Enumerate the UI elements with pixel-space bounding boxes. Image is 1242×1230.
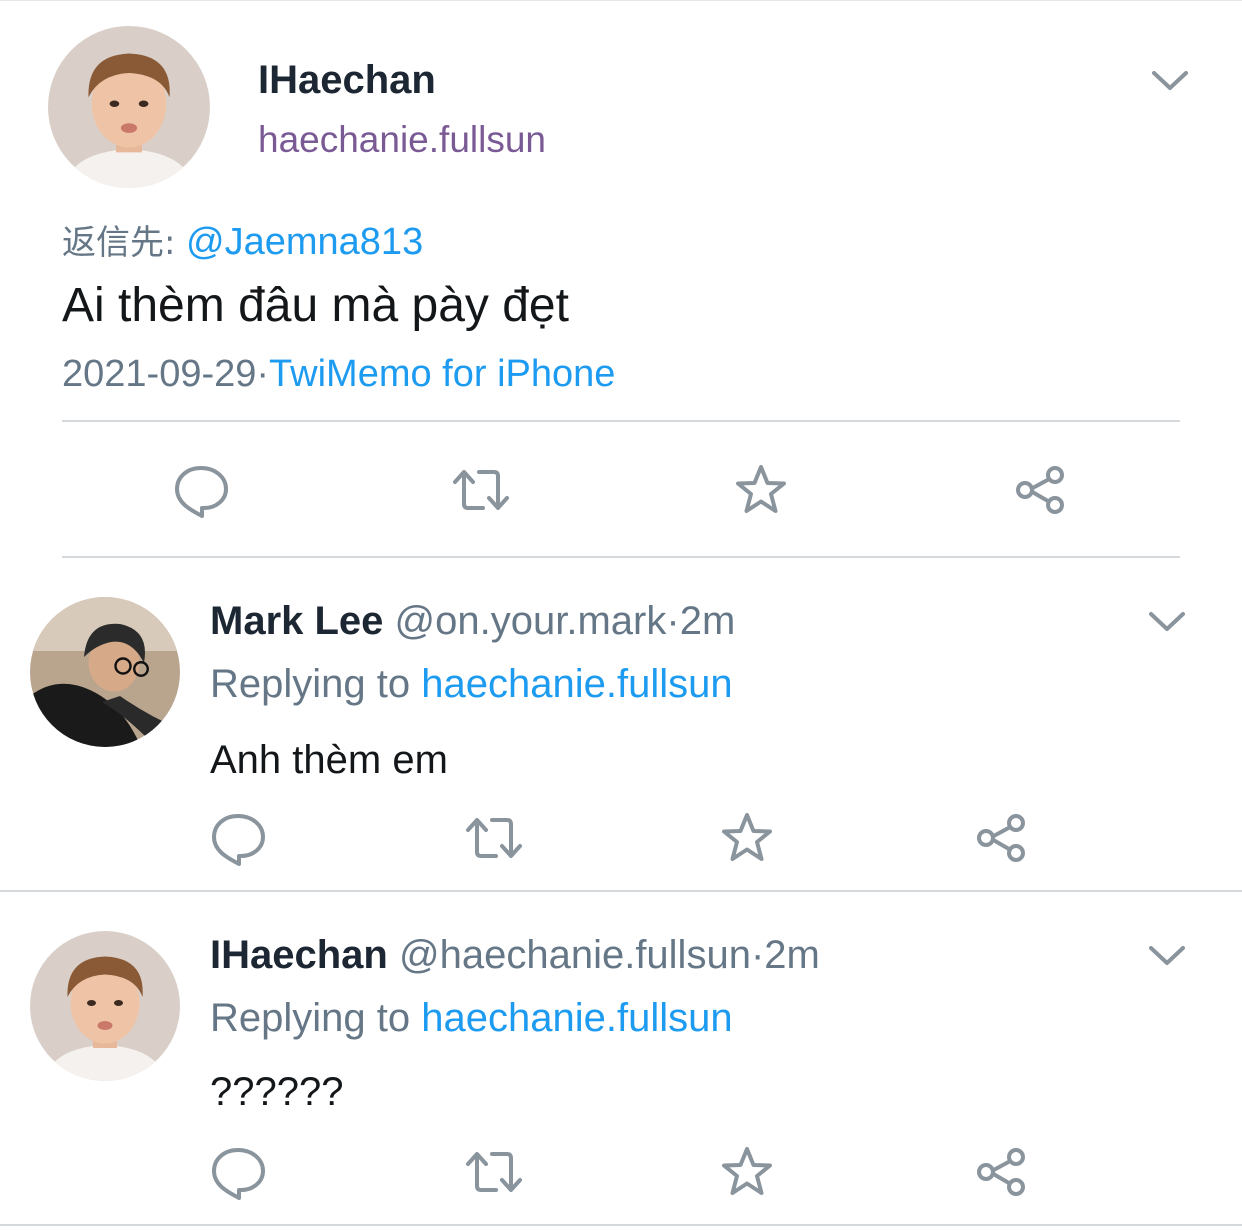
divider [0, 890, 1242, 892]
timestamp: ·2m [750, 933, 820, 977]
tweet-text: ?????? [210, 1070, 344, 1114]
reply-button[interactable] [171, 460, 231, 520]
user-handle[interactable]: haechanie.fullsun [258, 118, 546, 162]
tweet-menu[interactable] [1145, 941, 1189, 971]
retweet-button[interactable] [451, 460, 511, 520]
star-icon [722, 1147, 772, 1195]
chevron-down-icon [1149, 612, 1185, 631]
share-nodes-icon [977, 1148, 1025, 1196]
reply-button[interactable] [208, 1142, 268, 1202]
chevron-down-icon [1152, 71, 1188, 90]
share-nodes-icon [1016, 466, 1064, 514]
divider [0, 1224, 1242, 1226]
avatar[interactable] [30, 597, 180, 747]
star-icon [722, 813, 772, 861]
retweet-arrows-icon [466, 818, 522, 858]
meta-separator: · [256, 353, 270, 395]
avatar[interactable] [48, 26, 210, 188]
timestamp: ·2m [666, 599, 736, 643]
retweet-button[interactable] [464, 1142, 524, 1202]
share-button[interactable] [972, 1142, 1032, 1202]
display-name[interactable]: IHaechan [258, 56, 436, 104]
mark-lee-avatar-image [30, 597, 180, 747]
tweet-text: Anh thèm em [210, 738, 448, 782]
top-divider [0, 0, 1242, 1]
speech-bubble-icon [212, 814, 265, 866]
favorite-button[interactable] [731, 460, 791, 520]
tweet-text: Ai thèm đâu mà pày đẹt [62, 279, 569, 332]
display-name[interactable]: IHaechan [210, 933, 388, 977]
replying-to-line: Replying to haechanie.fullsun [210, 994, 733, 1042]
retweet-arrows-icon [466, 1152, 522, 1192]
haechan-avatar-image [30, 931, 180, 1081]
reply-header: IHaechan @haechanie.fullsun·2m [210, 931, 820, 979]
replying-label: Replying to [210, 996, 411, 1040]
speech-bubble-icon [175, 466, 228, 518]
tweet-menu[interactable] [1148, 66, 1192, 96]
retweet-arrows-icon [453, 470, 509, 510]
favorite-button[interactable] [717, 808, 777, 868]
reply-header: Mark Lee @on.your.mark·2m [210, 597, 735, 645]
tweet-date: 2021-09-29 [62, 353, 257, 395]
user-handle[interactable]: @haechanie.fullsun [399, 933, 751, 977]
share-nodes-icon [977, 814, 1025, 862]
display-name[interactable]: Mark Lee [210, 599, 383, 643]
reply-to-mention[interactable]: @Jaemna813 [186, 221, 423, 263]
divider [62, 556, 1180, 558]
reply-context: 返信先: @Jaemna813 [62, 218, 423, 267]
tweet-menu[interactable] [1145, 607, 1189, 637]
speech-bubble-icon [212, 1148, 265, 1200]
replying-to-user[interactable]: haechanie.fullsun [421, 996, 732, 1040]
reply-prefix: 返信先: [62, 223, 176, 263]
replying-label: Replying to [210, 662, 411, 706]
share-button[interactable] [1011, 460, 1071, 520]
divider [62, 420, 1180, 422]
replying-to-user[interactable]: haechanie.fullsun [421, 662, 732, 706]
tweet-meta: 2021-09-29·TwiMemo for iPhone [62, 350, 615, 398]
avatar[interactable] [30, 931, 180, 1081]
user-handle[interactable]: @on.your.mark [395, 599, 667, 643]
retweet-button[interactable] [464, 808, 524, 868]
tweet-source[interactable]: TwiMemo for iPhone [269, 353, 615, 395]
haechan-avatar-image [48, 26, 210, 188]
chevron-down-icon [1149, 946, 1185, 965]
replying-to-line: Replying to haechanie.fullsun [210, 660, 733, 708]
favorite-button[interactable] [717, 1142, 777, 1202]
star-icon [736, 465, 786, 513]
reply-button[interactable] [208, 808, 268, 868]
share-button[interactable] [972, 808, 1032, 868]
